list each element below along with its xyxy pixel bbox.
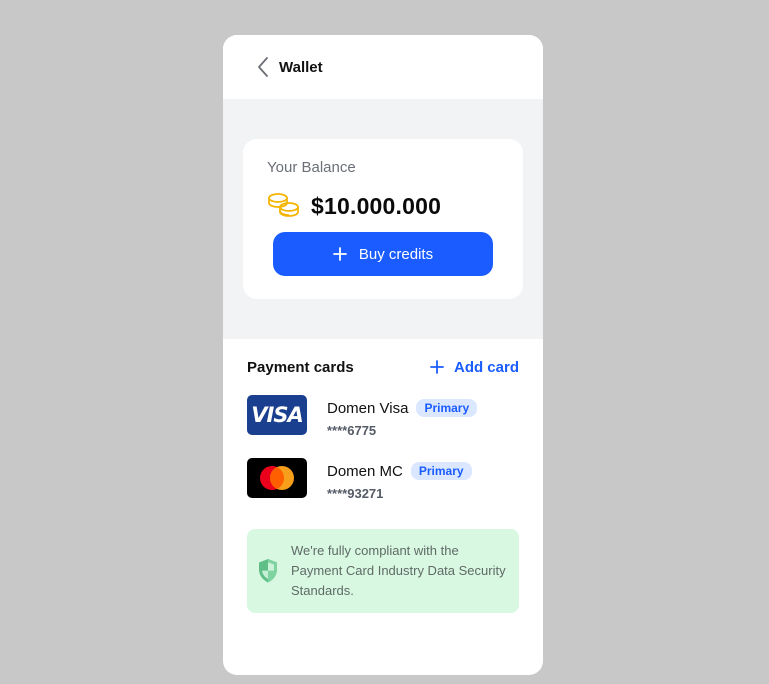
card-info: Domen Visa Primary ****6775 [327,395,478,438]
mastercard-logo [247,458,307,498]
back-button[interactable] [253,55,273,79]
compliance-notice: We're fully compliant with the Payment C… [247,529,519,613]
balance-amount: $10.000.000 [311,192,442,219]
card-item-visa[interactable]: VISA Domen Visa Primary ****6775 [247,395,519,438]
compliance-text: We're fully compliant with the Payment C… [291,543,506,598]
shield-icon [259,559,277,583]
card-number: ****6775 [327,423,377,438]
page-title: Wallet [279,58,323,76]
balance-label: Your Balance [267,159,356,176]
balance-card: Your Balance $10.000.000 Buy credits [243,139,523,299]
cards-header: Payment cards Add card [247,358,519,376]
card-info: Domen MC Primary ****93271 [327,458,472,501]
balance-row: $10.000.000 [267,192,499,220]
card-item-mastercard[interactable]: Domen MC Primary ****93271 [247,458,519,501]
card-name: Domen MC [327,462,403,480]
buy-credits-label: Buy credits [358,245,434,263]
balance-section: Your Balance $10.000.000 Buy credits [223,99,543,339]
cards-title: Payment cards [247,358,354,376]
add-card-label: Add card [453,358,519,376]
plus-icon [430,360,444,374]
wallet-screen: Wallet Your Balance $10.000.000 Buy cred… [223,35,543,675]
mastercard-circles-icon [260,466,294,490]
add-card-button[interactable]: Add card [430,359,519,376]
plus-icon [332,247,347,261]
payment-cards-section: Payment cards Add card VISA Domen Visa P… [223,339,543,613]
card-number: ****93271 [327,486,384,501]
primary-badge: Primary [416,399,478,417]
card-name: Domen Visa [327,399,409,417]
header: Wallet [223,35,543,99]
visa-logo-text: VISA [251,403,303,427]
coins-icon [268,193,299,217]
buy-credits-button[interactable]: Buy credits [273,232,493,276]
chevron-left-icon [258,57,268,77]
visa-logo: VISA [247,395,307,435]
primary-badge: Primary [410,462,472,480]
